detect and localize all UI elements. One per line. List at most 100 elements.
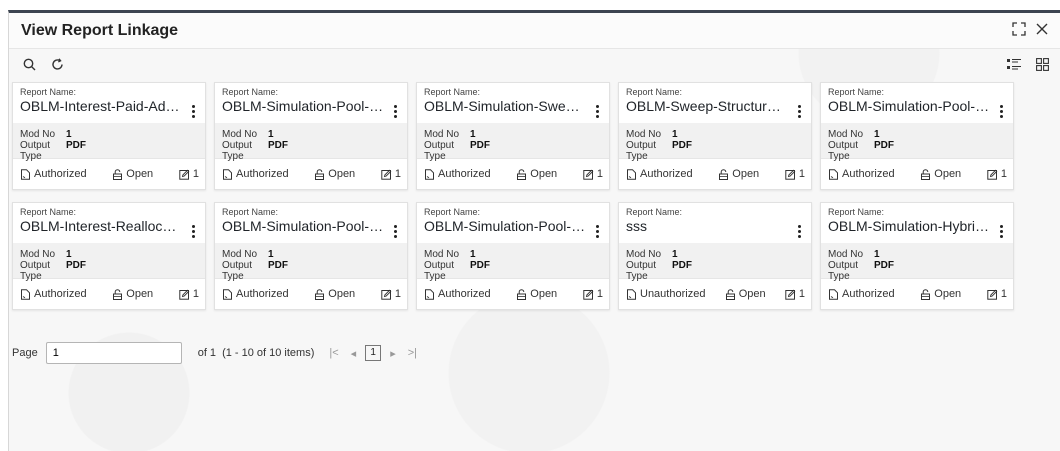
edit-count[interactable]: 1 <box>179 168 199 180</box>
report-name-value: OBLM-Sweep-Structure-A... <box>626 98 788 114</box>
report-card[interactable]: Report Name: OBLM-Simulation-Sweep-... M… <box>416 82 610 190</box>
mod-no-value: 1 <box>66 249 72 260</box>
report-card[interactable]: Report Name: OBLM-Simulation-Pool-IO... … <box>214 82 408 190</box>
search-icon[interactable] <box>21 56 37 72</box>
unlock-icon <box>719 168 729 180</box>
mod-no-label: Mod No <box>626 249 662 260</box>
auth-status-text: Authorized <box>34 288 87 300</box>
card-details: Mod No 1 Output Type PDF <box>417 123 609 162</box>
report-card[interactable]: Report Name: sss Mod No 1 Output Type PD… <box>618 202 812 310</box>
auth-status: Unauthorized <box>626 288 705 300</box>
edit-count[interactable]: 1 <box>179 288 199 300</box>
close-icon[interactable] <box>1036 23 1048 38</box>
edit-count[interactable]: 1 <box>583 168 603 180</box>
open-status-text: Open <box>328 168 356 180</box>
auth-status: Authorized <box>222 288 289 300</box>
report-card[interactable]: Report Name: OBLM-Simulation-Pool-R... M… <box>214 202 408 310</box>
edit-count-value: 1 <box>798 168 805 180</box>
auth-status-text: Authorized <box>34 168 87 180</box>
card-footer: Authorized Open 1 <box>619 158 811 189</box>
last-page-button[interactable]: >| <box>405 347 420 359</box>
mod-no-label: Mod No <box>424 249 460 260</box>
grid-view-icon[interactable] <box>1034 56 1050 72</box>
maximize-icon[interactable] <box>1012 22 1026 39</box>
more-options-icon[interactable] <box>187 102 199 120</box>
open-status-text: Open <box>934 288 962 300</box>
auth-status: Authorized <box>424 168 491 180</box>
open-status-text: Open <box>732 168 760 180</box>
report-name-label: Report Name: <box>222 207 279 217</box>
report-name-label: Report Name: <box>828 207 885 217</box>
card-footer: Authorized Open 1 <box>215 278 407 309</box>
card-footer: Unauthorized Open 1 <box>619 278 811 309</box>
card-details: Mod No 1 Output Type PDF <box>417 243 609 282</box>
document-status-icon <box>627 168 636 180</box>
report-name-value: OBLM-Interest-Paid-Advice <box>20 98 182 114</box>
report-card[interactable]: Report Name: OBLM-Interest-Paid-Advice M… <box>12 82 206 190</box>
page-of-label: of 1 <box>197 347 217 359</box>
edit-count[interactable]: 1 <box>987 288 1007 300</box>
more-options-icon[interactable] <box>389 222 401 240</box>
report-name-label: Report Name: <box>424 207 481 217</box>
edit-count[interactable]: 1 <box>785 288 805 300</box>
open-status: Open <box>112 288 153 300</box>
current-page-button[interactable]: 1 <box>365 345 382 361</box>
edit-count-value: 1 <box>192 288 199 300</box>
edit-count[interactable]: 1 <box>381 288 401 300</box>
report-name-value: OBLM-Simulation-Pool-R... <box>222 218 384 234</box>
document-status-icon <box>223 288 232 300</box>
card-details: Mod No 1 Output Type PDF <box>619 123 811 162</box>
edit-count[interactable]: 1 <box>785 168 805 180</box>
card-header: Report Name: OBLM-Simulation-Pool-R... <box>215 203 407 243</box>
auth-status: Authorized <box>626 168 693 180</box>
prev-page-button[interactable]: ◂ <box>348 347 360 360</box>
mod-no-value: 1 <box>874 249 880 260</box>
edit-count-value: 1 <box>394 288 401 300</box>
more-options-icon[interactable] <box>793 222 805 240</box>
output-type-label: Output Type <box>424 140 455 162</box>
document-status-icon <box>21 168 30 180</box>
card-details: Mod No 1 Output Type PDF <box>215 123 407 162</box>
output-type-label: Output Type <box>222 140 253 162</box>
document-status-icon <box>829 288 838 300</box>
unlock-icon <box>315 168 325 180</box>
document-status-icon <box>223 168 232 180</box>
open-status: Open <box>314 288 355 300</box>
auth-status: Authorized <box>424 288 491 300</box>
report-card[interactable]: Report Name: OBLM-Sweep-Structure-A... M… <box>618 82 812 190</box>
edit-icon <box>987 169 998 180</box>
more-options-icon[interactable] <box>187 222 199 240</box>
edit-count[interactable]: 1 <box>987 168 1007 180</box>
card-header: Report Name: sss <box>619 203 811 243</box>
report-card[interactable]: Report Name: OBLM-Simulation-Hybrid... M… <box>820 202 1014 310</box>
more-options-icon[interactable] <box>591 102 603 120</box>
card-footer: Authorized Open 1 <box>13 278 205 309</box>
edit-icon <box>179 169 190 180</box>
first-page-button[interactable]: |< <box>326 347 341 359</box>
mod-no-label: Mod No <box>424 129 460 140</box>
page-number-input[interactable] <box>45 342 182 364</box>
edit-count[interactable]: 1 <box>381 168 401 180</box>
report-card[interactable]: Report Name: OBLM-Interest-Reallocati...… <box>12 202 206 310</box>
more-options-icon[interactable] <box>591 222 603 240</box>
output-type-value: PDF <box>874 260 894 271</box>
auth-status: Authorized <box>828 168 895 180</box>
report-name-label: Report Name: <box>626 87 683 97</box>
mod-no-value: 1 <box>672 129 678 140</box>
unlock-icon <box>517 288 527 300</box>
output-type-value: PDF <box>672 260 692 271</box>
document-status-icon <box>21 288 30 300</box>
more-options-icon[interactable] <box>389 102 401 120</box>
more-options-icon[interactable] <box>793 102 805 120</box>
open-status: Open <box>725 288 766 300</box>
report-card[interactable]: Report Name: OBLM-Simulation-Pool-A... M… <box>820 82 1014 190</box>
mod-no-value: 1 <box>874 129 880 140</box>
report-card[interactable]: Report Name: OBLM-Simulation-Pool-A... M… <box>416 202 610 310</box>
more-options-icon[interactable] <box>995 102 1007 120</box>
more-options-icon[interactable] <box>995 222 1007 240</box>
edit-count[interactable]: 1 <box>583 288 603 300</box>
auth-status-text: Authorized <box>236 288 289 300</box>
refresh-icon[interactable] <box>49 56 65 72</box>
next-page-button[interactable]: ▸ <box>387 347 399 360</box>
list-view-icon[interactable] <box>1006 56 1022 72</box>
